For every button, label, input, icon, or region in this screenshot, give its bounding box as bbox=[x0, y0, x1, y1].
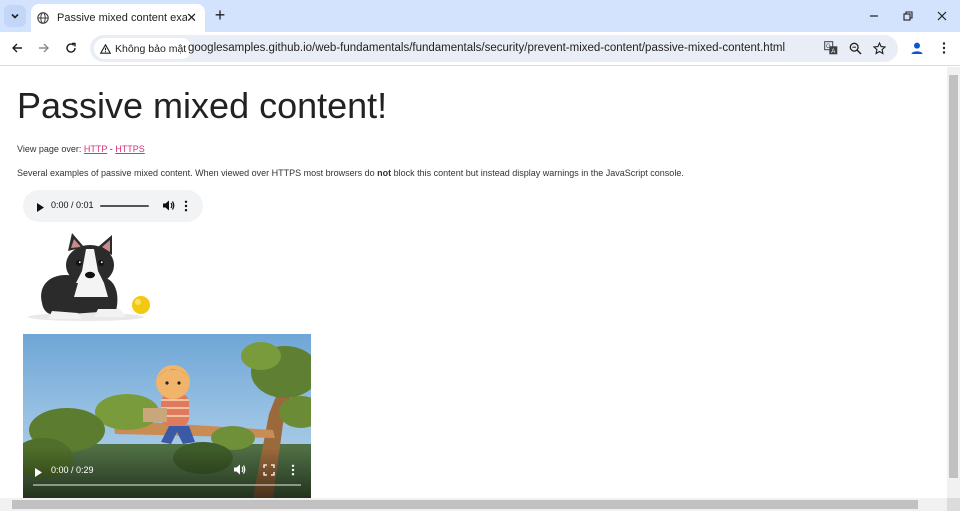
scrollbar-corner bbox=[947, 498, 960, 511]
video-time: 0:00 / 0:29 bbox=[51, 465, 94, 475]
audio-play-button[interactable] bbox=[35, 200, 45, 218]
vertical-scroll-thumb[interactable] bbox=[949, 75, 958, 478]
video-player[interactable]: 0:00 / 0:29 bbox=[23, 334, 311, 498]
zoom-icon bbox=[849, 42, 861, 54]
reload-icon bbox=[66, 42, 76, 53]
tab-active[interactable]: Passive mixed content example ✕ bbox=[31, 4, 205, 32]
menu-button[interactable] bbox=[936, 38, 952, 58]
close-icon bbox=[937, 11, 947, 21]
forward-icon bbox=[39, 43, 49, 53]
bookmark-button[interactable] bbox=[871, 40, 887, 56]
new-tab-button[interactable]: + bbox=[210, 6, 230, 26]
desc-start: Several examples of passive mixed conten… bbox=[17, 168, 378, 178]
desc-bold: not bbox=[377, 168, 392, 178]
address-bar[interactable]: Không bảo mật googlesamples.github.io/we… bbox=[90, 35, 898, 62]
reload-button[interactable] bbox=[60, 37, 82, 59]
audio-volume-button[interactable] bbox=[162, 199, 175, 217]
tab-title: Passive mixed content example bbox=[57, 12, 187, 24]
audio-player[interactable]: 0:00 / 0:01 bbox=[23, 190, 203, 222]
video-volume-button[interactable] bbox=[233, 463, 246, 481]
page-content: Passive mixed content! View page over: H… bbox=[0, 67, 947, 498]
forward-button[interactable] bbox=[33, 37, 55, 59]
audio-more-button[interactable] bbox=[184, 199, 188, 217]
globe-icon bbox=[37, 12, 49, 24]
more-icon bbox=[184, 200, 188, 212]
url-text[interactable]: googlesamples.github.io/web-fundamentals… bbox=[188, 42, 785, 54]
security-label: Không bảo mật bbox=[115, 42, 187, 55]
minimize-icon bbox=[870, 15, 878, 17]
tab-close-icon[interactable]: ✕ bbox=[186, 11, 197, 24]
close-window-button[interactable] bbox=[932, 6, 952, 26]
play-icon bbox=[37, 203, 44, 212]
star-icon bbox=[872, 41, 886, 55]
tab-strip: Passive mixed content example ✕ + bbox=[0, 0, 960, 32]
restore-button[interactable] bbox=[898, 6, 918, 26]
view-over-label: View page over: bbox=[17, 144, 84, 154]
desc-end: block this content but instead display w… bbox=[391, 168, 684, 178]
video-controls: 0:00 / 0:29 bbox=[23, 448, 311, 498]
dog-image bbox=[28, 233, 150, 321]
back-icon bbox=[12, 43, 22, 53]
horizontal-scrollbar[interactable] bbox=[0, 498, 947, 511]
video-fullscreen-button[interactable] bbox=[263, 463, 275, 481]
back-button[interactable] bbox=[6, 37, 28, 59]
audio-progress[interactable] bbox=[100, 205, 149, 207]
volume-icon bbox=[163, 200, 175, 211]
profile-button[interactable] bbox=[907, 38, 927, 58]
security-chip[interactable]: Không bảo mật bbox=[94, 38, 193, 59]
svg-text:A: A bbox=[831, 49, 835, 55]
warning-icon bbox=[100, 43, 111, 54]
horizontal-scroll-thumb[interactable] bbox=[12, 500, 918, 509]
volume-icon bbox=[234, 464, 246, 475]
play-icon bbox=[35, 468, 42, 477]
more-icon bbox=[291, 464, 295, 476]
vertical-scrollbar[interactable] bbox=[947, 67, 960, 498]
restore-icon bbox=[903, 11, 913, 21]
https-link[interactable]: HTTPS bbox=[115, 144, 145, 154]
zoom-button[interactable] bbox=[847, 40, 863, 56]
video-play-button[interactable] bbox=[33, 465, 43, 483]
translate-button[interactable]: GA bbox=[823, 40, 839, 56]
minimize-button[interactable] bbox=[864, 6, 884, 26]
chevron-down-icon bbox=[11, 13, 19, 19]
audio-time: 0:00 / 0:01 bbox=[51, 200, 94, 210]
video-more-button[interactable] bbox=[291, 463, 295, 481]
profile-icon bbox=[911, 42, 923, 54]
video-progress[interactable] bbox=[33, 484, 301, 486]
view-page-over: View page over: HTTP - HTTPS bbox=[17, 144, 145, 154]
description: Several examples of passive mixed conten… bbox=[17, 168, 684, 178]
fullscreen-icon bbox=[263, 464, 275, 476]
translate-icon: GA bbox=[824, 41, 838, 55]
http-link[interactable]: HTTP bbox=[84, 144, 107, 154]
tab-search-button[interactable] bbox=[4, 5, 26, 27]
page-title: Passive mixed content! bbox=[17, 85, 388, 126]
kebab-menu-icon bbox=[942, 42, 946, 54]
toolbar: Không bảo mật googlesamples.github.io/we… bbox=[0, 32, 960, 66]
